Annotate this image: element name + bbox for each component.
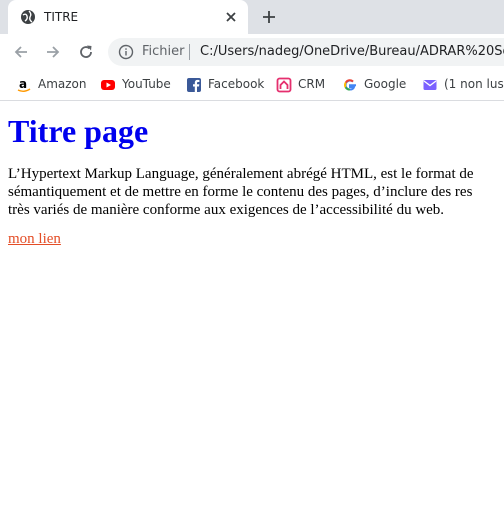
paragraph-line: très variés de manière conforme aux exig… [8,202,445,218]
close-icon[interactable] [224,10,238,24]
tab-strip: TITRE [0,0,504,34]
back-arrow-icon[interactable] [12,43,30,61]
svg-text:a: a [19,77,27,91]
bookmark-label: CRM [298,77,326,91]
paragraph-line: L’Hypertext Markup Language, généralemen… [8,166,474,182]
tab-active[interactable]: TITRE [8,0,248,34]
site-info-chip-label: Fichier [142,44,185,59]
globe-icon [21,10,35,24]
new-tab-plus-icon[interactable] [261,9,277,25]
facebook-icon [187,78,201,92]
bookmarks-bar: a Amazon YouTube Facebook CRM Google (1 … [0,70,504,101]
page-heading: Titre page [8,113,149,149]
youtube-icon [101,80,115,90]
crm-icon [276,77,292,93]
paragraph-line: sémantiquement et de mettre en forme le … [8,184,473,200]
forward-arrow-icon[interactable] [44,43,62,61]
reload-icon[interactable] [77,43,95,61]
page-content: Titre page L’Hypertext Markup Language, … [8,101,504,248]
chip-divider [189,44,190,60]
amazon-icon: a [17,77,31,92]
tab-title: TITRE [44,10,79,24]
url-text[interactable]: C:/Users/nadeg/OneDrive/Bureau/ADRAR%20S… [200,44,504,59]
browser-toolbar: Fichier C:/Users/nadeg/OneDrive/Bureau/A… [0,34,504,70]
bookmark-label: Facebook [208,77,265,91]
address-bar[interactable]: Fichier C:/Users/nadeg/OneDrive/Bureau/A… [108,38,504,66]
bookmark-label: Amazon [38,77,87,91]
mail-icon [423,80,437,90]
google-icon [344,79,356,91]
page-link[interactable]: mon lien [8,231,61,248]
bookmark-label: YouTube [122,77,171,91]
page-paragraph: L’Hypertext Markup Language, généralemen… [8,165,504,219]
bookmark-label: Google [364,77,407,91]
info-icon[interactable] [118,44,134,60]
bookmark-label: (1 non lus) [444,77,504,91]
